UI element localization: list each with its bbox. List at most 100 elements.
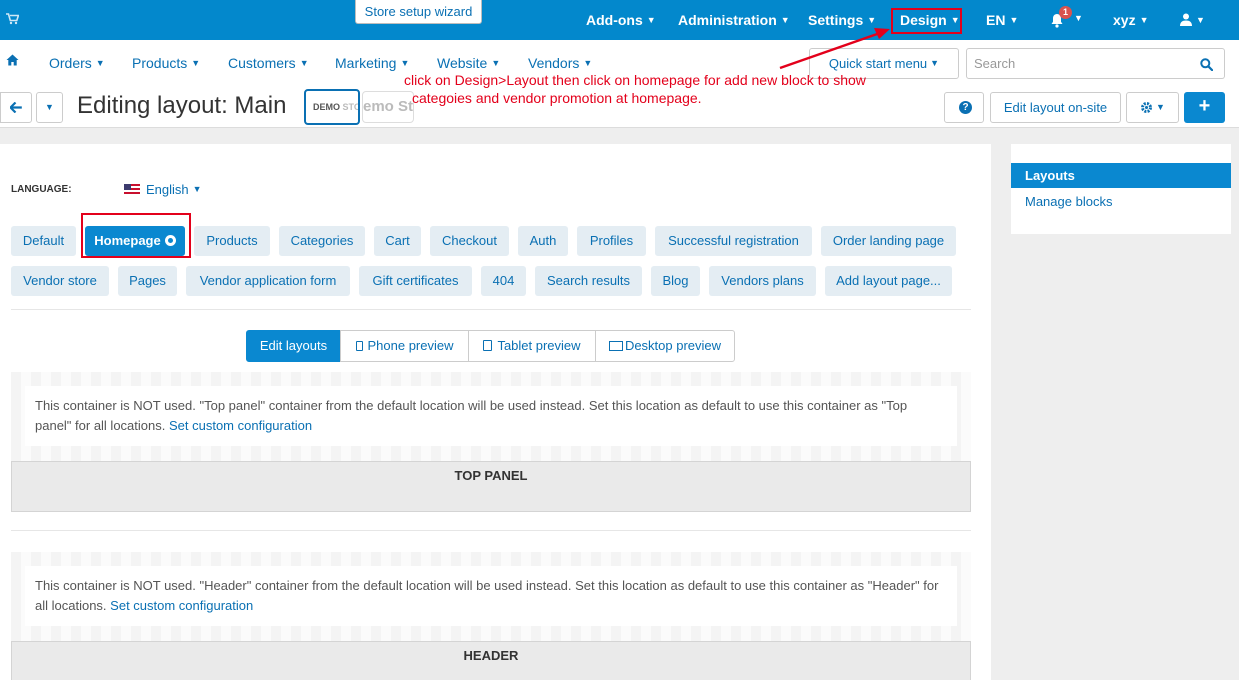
chevron-down-icon: ▼	[192, 184, 202, 194]
chevron-down-icon: ▼	[45, 102, 54, 112]
tab-gift-certificates[interactable]: Gift certificates	[359, 266, 472, 296]
tablet-icon	[483, 340, 493, 351]
chevron-down-icon: ▼	[491, 58, 501, 68]
tab-vendors-plans[interactable]: Vendors plans	[709, 266, 816, 296]
topnav-addons[interactable]: Add-ons ▼	[586, 12, 656, 28]
set-custom-configuration-link[interactable]: Set custom configuration	[169, 418, 312, 433]
tab-default[interactable]: Default	[11, 226, 76, 256]
question-icon: ?	[959, 101, 972, 114]
container-top-panel: This container is NOT used. "Top panel" …	[11, 372, 971, 512]
quick-start-label: Quick start menu	[828, 56, 928, 71]
tab-checkout[interactable]: Checkout	[430, 226, 509, 256]
topnav-language[interactable]: EN ▼	[986, 12, 1018, 28]
topnav-language-label: EN	[986, 12, 1006, 28]
topnav-settings[interactable]: Settings ▼	[808, 12, 876, 28]
tab-phone-preview[interactable]: Phone preview	[340, 330, 469, 362]
chevron-down-icon: ▼	[1074, 13, 1083, 23]
chevron-down-icon: ▼	[780, 15, 790, 25]
add-button[interactable]: +	[1184, 92, 1225, 123]
search-input[interactable]	[966, 48, 1189, 79]
notifications-button[interactable]: 1 ▼	[1050, 6, 1083, 32]
tab-phone-preview-label: Phone preview	[367, 338, 454, 353]
nav-website[interactable]: Website ▼	[437, 55, 500, 71]
container-title-bar: HEADER	[11, 641, 971, 680]
chevron-down-icon: ▼	[400, 58, 410, 68]
nav-customers[interactable]: Customers ▼	[228, 55, 309, 71]
store-logo-selected[interactable]: DEMO STO	[304, 89, 360, 125]
chevron-down-icon: ▼	[930, 58, 940, 68]
tab-404[interactable]: 404	[481, 266, 526, 296]
tab-order-landing-page[interactable]: Order landing page	[821, 226, 956, 256]
main-panel: LANGUAGE: English ▼ Default Homepage Prod…	[0, 144, 991, 680]
divider	[11, 309, 971, 310]
settings-dropdown-button[interactable]: ▼	[1126, 92, 1179, 123]
tab-desktop-preview-label: Desktop preview	[624, 338, 722, 353]
back-button[interactable]	[0, 92, 32, 123]
nav-orders[interactable]: Orders ▼	[49, 55, 105, 71]
annotation-line-2: categoies and vendor promotion at homepa…	[412, 90, 702, 106]
language-value: English	[146, 182, 189, 197]
arrow-left-icon	[8, 101, 22, 114]
notification-badge: 1	[1059, 6, 1072, 19]
help-button[interactable]: ?	[944, 92, 984, 123]
sidebar: Layouts Manage blocks	[1011, 144, 1231, 234]
nav-orders-label: Orders	[49, 55, 92, 71]
nav-marketing-label: Marketing	[335, 55, 397, 71]
nav-vendors[interactable]: Vendors ▼	[528, 55, 592, 71]
topnav-account[interactable]: ▼	[1180, 12, 1205, 28]
topnav-user[interactable]: xyz ▼	[1113, 12, 1149, 28]
tab-cart[interactable]: Cart	[374, 226, 421, 256]
tab-successful-registration[interactable]: Successful registration	[655, 226, 812, 256]
nav-marketing[interactable]: Marketing ▼	[335, 55, 409, 71]
tab-desktop-preview[interactable]: Desktop preview	[595, 330, 735, 362]
tab-tablet-preview[interactable]: Tablet preview	[468, 330, 596, 362]
nav-vendors-label: Vendors	[528, 55, 580, 71]
tab-search-results[interactable]: Search results	[535, 266, 642, 296]
tab-blog[interactable]: Blog	[651, 266, 700, 296]
layout-dropdown-button[interactable]: ▼	[36, 92, 63, 123]
tab-edit-layouts[interactable]: Edit layouts	[246, 330, 341, 362]
tab-products[interactable]: Products	[194, 226, 270, 256]
chevron-down-icon: ▼	[299, 58, 309, 68]
nav-products[interactable]: Products ▼	[132, 55, 200, 71]
tab-profiles[interactable]: Profiles	[577, 226, 646, 256]
tab-pages[interactable]: Pages	[118, 266, 177, 296]
nav-customers-label: Customers	[228, 55, 296, 71]
chevron-down-icon: ▼	[191, 58, 201, 68]
topnav-administration[interactable]: Administration ▼	[678, 12, 790, 28]
chevron-down-icon: ▼	[1139, 15, 1149, 25]
homepage-highlight-box	[81, 213, 191, 258]
set-custom-configuration-link[interactable]: Set custom configuration	[110, 598, 253, 613]
tab-vendor-store[interactable]: Vendor store	[11, 266, 109, 296]
tab-categories[interactable]: Categories	[279, 226, 365, 256]
us-flag-icon	[124, 184, 140, 195]
language-selector[interactable]: English ▼	[124, 182, 202, 197]
add-layout-page-button[interactable]: Add layout page...	[825, 266, 952, 296]
logo-text: DEMO	[313, 102, 340, 112]
chevron-down-icon: ▼	[1196, 15, 1205, 25]
topnav-administration-label: Administration	[678, 12, 777, 28]
edit-layout-onsite-button[interactable]: Edit layout on-site	[990, 92, 1121, 123]
topnav-addons-label: Add-ons	[586, 12, 643, 28]
sidebar-item-layouts[interactable]: Layouts	[1011, 163, 1231, 188]
page-title: Editing layout: Main	[77, 92, 287, 119]
nav-products-label: Products	[132, 55, 188, 71]
gear-icon	[1141, 102, 1153, 113]
topnav-user-label: xyz	[1113, 12, 1136, 28]
tab-tablet-preview-label: Tablet preview	[497, 338, 581, 353]
cart-icon[interactable]	[6, 13, 20, 28]
home-icon[interactable]	[6, 54, 19, 69]
language-label: LANGUAGE:	[11, 184, 72, 195]
user-icon	[1180, 13, 1192, 26]
chevron-down-icon: ▼	[1156, 102, 1165, 112]
container-header: This container is NOT used. "Header" con…	[11, 552, 971, 680]
plus-icon: +	[1198, 95, 1211, 117]
tab-auth[interactable]: Auth	[518, 226, 568, 256]
search-button[interactable]	[1188, 48, 1225, 79]
nav-website-label: Website	[437, 55, 488, 71]
store-setup-wizard-button[interactable]: Store setup wizard	[355, 0, 482, 24]
tab-vendor-application-form[interactable]: Vendor application form	[186, 266, 350, 296]
sidebar-item-manage-blocks[interactable]: Manage blocks	[1025, 194, 1112, 209]
chevron-down-icon: ▼	[646, 15, 656, 25]
design-highlight-box	[891, 8, 962, 34]
